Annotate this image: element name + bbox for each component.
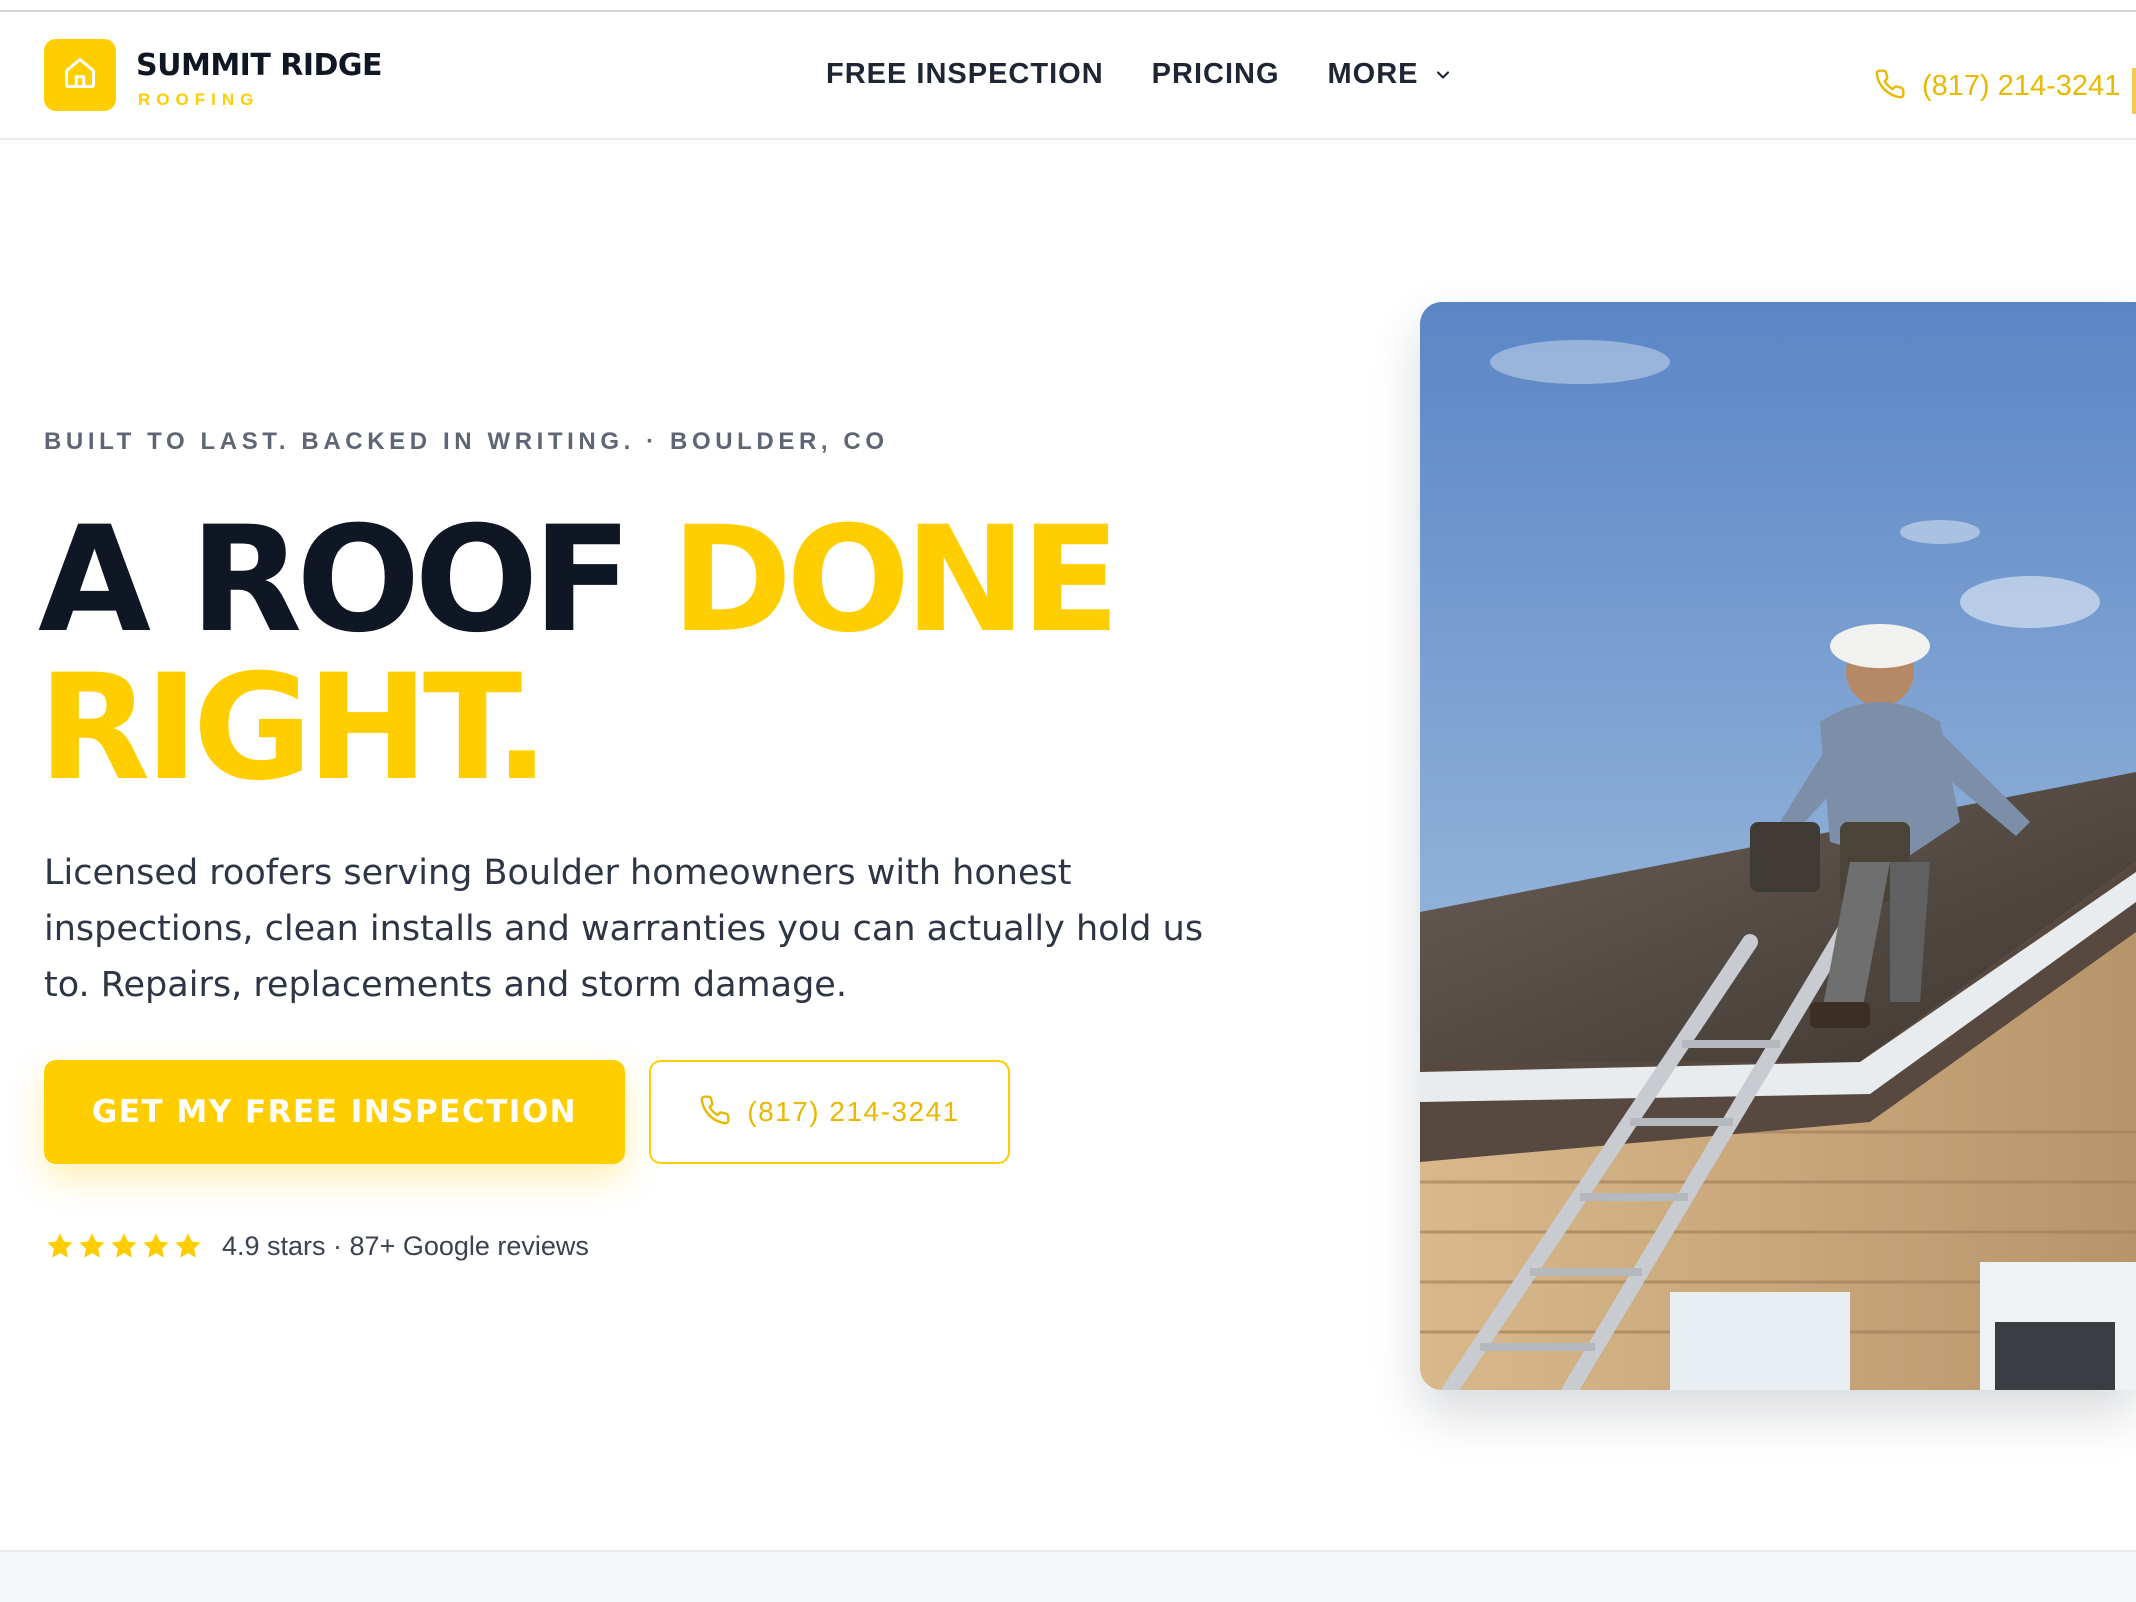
nav-item-more[interactable]: MORE bbox=[1328, 58, 1453, 91]
hero-eyebrow: BUILT TO LAST. BACKED IN WRITING. · BOUL… bbox=[44, 428, 889, 455]
home-icon bbox=[62, 55, 98, 96]
logo-badge[interactable] bbox=[44, 39, 116, 111]
phone-icon bbox=[1874, 68, 1906, 105]
brand-tagline: ROOFING bbox=[138, 90, 260, 109]
chevron-down-icon bbox=[1433, 65, 1453, 85]
site-header: SUMMIT RIDGE ROOFING FREE INSPECTION PRI… bbox=[0, 12, 2136, 140]
header-phone-link[interactable]: (817) 214-3241 bbox=[1874, 68, 2120, 105]
call-phone-button[interactable]: (817) 214-3241 bbox=[649, 1060, 1010, 1164]
star-icon bbox=[143, 1233, 169, 1258]
nav-item-pricing[interactable]: PRICING bbox=[1152, 58, 1280, 91]
free-inspection-button[interactable]: GET MY FREE INSPECTION bbox=[44, 1060, 625, 1164]
header-phone-number: (817) 214-3241 bbox=[1922, 70, 2121, 102]
google-rating: 4.9 stars · 87+ Google reviews bbox=[44, 1230, 589, 1262]
brand-name[interactable]: SUMMIT RIDGE bbox=[136, 48, 383, 83]
hero-lead: Licensed roofers serving Boulder homeown… bbox=[44, 853, 1204, 1005]
rating-text: 4.9 stars · 87+ Google reviews bbox=[222, 1230, 589, 1261]
phone-icon bbox=[699, 1094, 731, 1131]
nav-item-label: PRICING bbox=[1151, 58, 1280, 90]
free-inspection-button-label: GET MY FREE INSPECTION bbox=[91, 1094, 578, 1130]
header-edge-accent bbox=[2132, 68, 2136, 114]
next-section-band bbox=[0, 1550, 2136, 1602]
main-nav: FREE INSPECTION PRICING MORE bbox=[826, 58, 1501, 91]
star-icon bbox=[79, 1233, 105, 1258]
star-icon bbox=[175, 1233, 201, 1258]
hero-headline: A ROOF DONE RIGHT. bbox=[38, 506, 1120, 802]
headline-accent: DONE bbox=[671, 495, 1120, 665]
roofer-on-ladder-photo bbox=[1420, 302, 2136, 1390]
star-icon bbox=[47, 1233, 73, 1258]
rating-stars bbox=[44, 1230, 204, 1262]
headline-accent: RIGHT. bbox=[38, 643, 550, 813]
headline-part-dark: A ROOF bbox=[38, 495, 672, 665]
nav-item-label: MORE bbox=[1327, 58, 1419, 90]
star-icon bbox=[111, 1233, 137, 1258]
browser-top-edge bbox=[0, 0, 2136, 12]
nav-item-free-inspection[interactable]: FREE INSPECTION bbox=[826, 58, 1104, 91]
call-phone-number: (817) 214-3241 bbox=[747, 1096, 960, 1127]
nav-item-label: FREE INSPECTION bbox=[826, 58, 1104, 90]
